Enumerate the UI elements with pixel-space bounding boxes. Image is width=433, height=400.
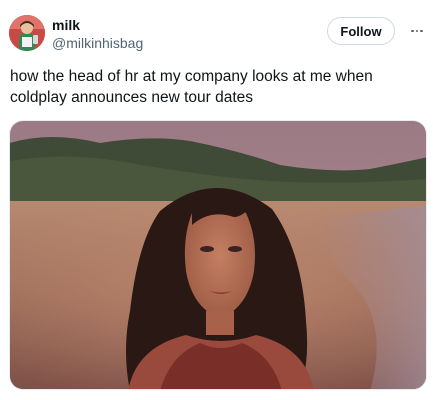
- more-dot: [411, 29, 414, 33]
- author-display-name[interactable]: milk: [52, 16, 143, 34]
- more-dot: [415, 29, 419, 33]
- media-photo-image: [10, 121, 426, 389]
- more-icon[interactable]: [409, 23, 425, 39]
- author-handle[interactable]: @milkinhisbag: [52, 34, 143, 52]
- author-avatar[interactable]: [9, 15, 45, 51]
- tweet-header: milk @milkinhisbag Follow: [9, 15, 429, 55]
- tweet-card: milk @milkinhisbag Follow how the head o…: [0, 0, 433, 400]
- follow-button[interactable]: Follow: [327, 17, 395, 45]
- more-dot: [420, 29, 423, 33]
- tweet-media-photo[interactable]: [9, 120, 427, 390]
- author-names: milk @milkinhisbag: [52, 16, 143, 52]
- tweet-text: how the head of hr at my company looks a…: [10, 68, 373, 106]
- avatar-image: [9, 15, 45, 51]
